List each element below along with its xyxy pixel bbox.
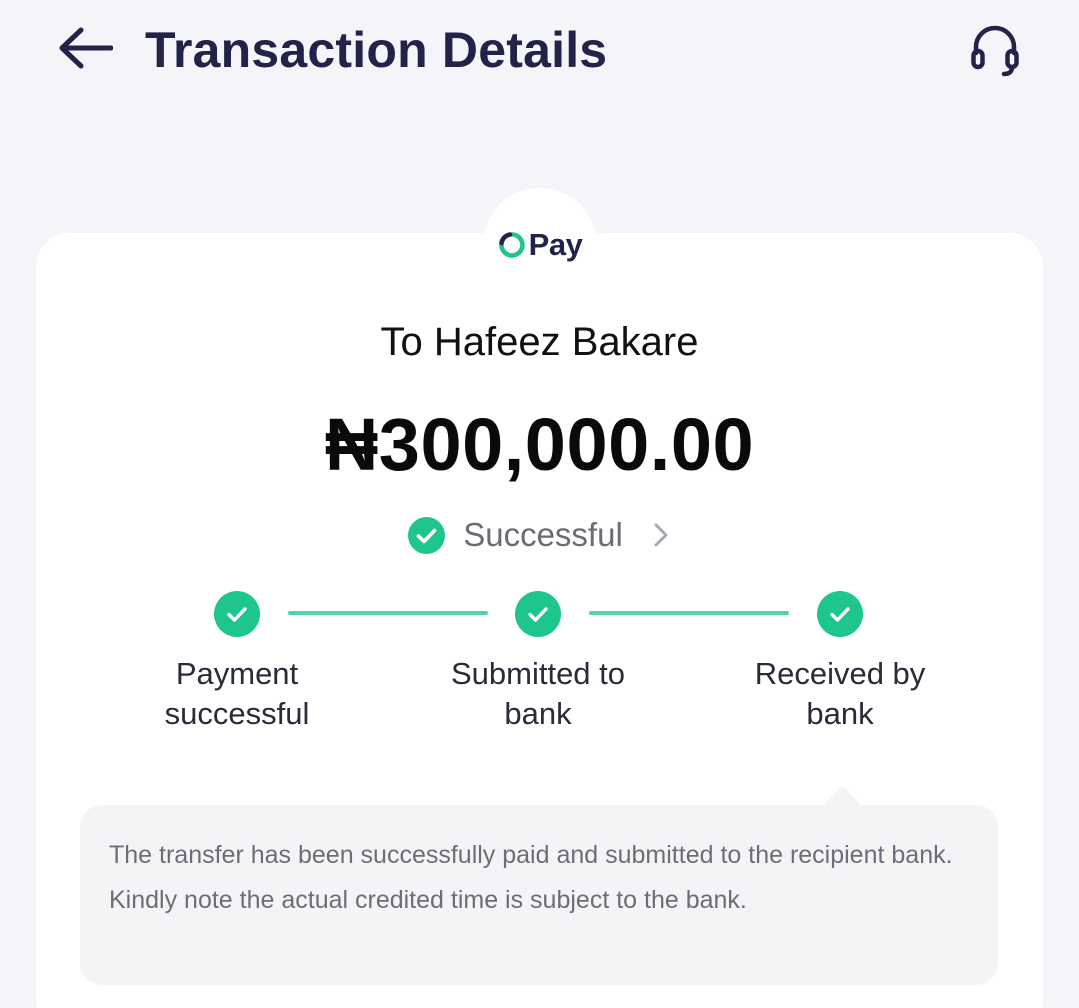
check-icon: [528, 607, 548, 622]
step-label-line: bank: [806, 696, 874, 731]
step-label-line: Submitted to: [450, 656, 626, 691]
step-label-line: bank: [504, 696, 572, 731]
support-button[interactable]: [962, 16, 1028, 82]
check-circle-icon: [408, 516, 446, 554]
chevron-right-icon: [654, 523, 668, 547]
step-2-check: [515, 591, 561, 637]
back-button[interactable]: [50, 18, 120, 78]
status-link[interactable]: Successful: [0, 510, 1079, 560]
check-icon: [830, 607, 850, 622]
step-connector-1: [288, 611, 488, 615]
logo-text: Pay: [528, 227, 583, 262]
check-icon: [227, 607, 247, 622]
headset-icon: [971, 25, 1019, 77]
status-text: Successful: [463, 516, 623, 553]
back-arrow-icon: [59, 27, 113, 69]
step-label-payment: Payment successful: [107, 654, 367, 734]
step-connector-2: [589, 611, 789, 615]
step-label-received: Received by bank: [710, 654, 970, 734]
step-1-check: [214, 591, 260, 637]
step-label-line: Received by: [754, 656, 926, 691]
step-label-line: Payment: [175, 656, 299, 691]
step-label-submitted: Submitted to bank: [408, 654, 668, 734]
transaction-details-screen: Transaction Details Pay To Hafeez Bakare…: [0, 0, 1079, 1008]
page-title: Transaction Details: [145, 22, 608, 78]
transaction-amount: ₦300,000.00: [324, 403, 755, 486]
step-label-line: successful: [164, 696, 310, 731]
recipient-name: To Hafeez Bakare: [380, 320, 699, 364]
opay-ring-icon: [498, 232, 525, 258]
note-text: The transfer has been successfully paid …: [109, 841, 953, 914]
opay-logo: Pay: [484, 222, 596, 268]
step-3-check: [817, 591, 863, 637]
transfer-note: The transfer has been successfully paid …: [80, 805, 998, 985]
